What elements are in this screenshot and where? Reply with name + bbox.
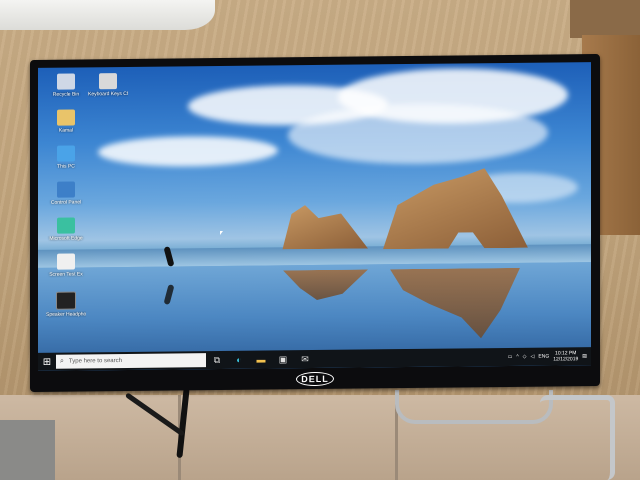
desktop-icon-user-folder[interactable]: Kamal [46,109,86,134]
notifications-icon[interactable]: ▤ [582,353,587,359]
taskbar-edge-button[interactable]: ◐ [228,351,250,369]
floor-mat [0,420,55,480]
taskbar-clock[interactable]: 10:12 PM 12/12/2019 [553,350,578,362]
wallpaper-cloud [98,135,278,168]
touch-keyboard-icon[interactable]: ▭ [508,354,513,360]
mouse-cursor-icon [220,230,223,235]
chevron-up-icon[interactable]: ^ [516,354,518,360]
clock-date: 12/12/2019 [553,356,579,363]
edge-icon [57,217,75,234]
folder-icon: ▬ [256,354,266,365]
taskbar-search-box[interactable]: ⌕ Type here to search [56,353,206,369]
desktop-icon-label: Microsoft Edge [49,235,83,242]
network-icon[interactable]: ◇ [523,354,527,360]
volume-icon[interactable]: ◁ [531,354,535,360]
taskbar-file-explorer-button[interactable]: ▬ [250,350,272,368]
system-tray: ▭ ^ ◇ ◁ ENG 10:12 PM 12/12/2019 ▤ [508,347,591,366]
desktop-screen: Recycle Bin Keyboard Keys Checker Kamal … [38,62,591,371]
wallpaper-rock-small [278,204,368,249]
taskbar-mail-button[interactable]: ✉ [294,350,316,368]
desktop-icon-label: Screen Test Ex [49,271,83,278]
cardboard-box-top [570,0,640,38]
monitor-stand-base [395,390,553,424]
desktop-icon-control-panel[interactable]: Control Panel [46,181,86,206]
edge-icon: ◐ [236,354,242,365]
desktop-icon-recycle-bin[interactable]: Recycle Bin [46,73,86,98]
desktop-icon-keyboard-checker[interactable]: Keyboard Keys Checker [88,73,128,97]
screen-test-icon [57,253,75,270]
search-placeholder: Type here to search [68,358,122,365]
keyboard-icon [99,73,117,90]
monitor: Recycle Bin Keyboard Keys Checker Kamal … [30,54,600,392]
desktop-icon-screen-test[interactable]: Screen Test Ex [46,253,86,278]
mail-icon: ✉ [301,353,309,364]
user-folder-icon [57,109,75,126]
desktop-icon-label: Keyboard Keys Checker [88,90,128,98]
desktop-icon-label: This PC [57,163,75,170]
desktop-icon-label: Control Panel [50,199,82,206]
desktop-icon-speaker-test[interactable]: Speaker Headphone [46,291,86,318]
store-icon: ▣ [278,353,288,364]
desktop-icon-label: Recycle Bin [52,91,80,98]
task-view-icon: ⧉ [213,354,221,365]
recycle-bin-icon [57,73,75,90]
taskbar-task-view-button[interactable]: ⧉ [206,351,228,369]
computer-icon [57,145,75,162]
desktop-icon-label: Speaker Headphone [46,311,86,318]
search-icon: ⌕ [60,357,64,365]
desktop-icon-this-pc[interactable]: This PC [46,145,86,170]
chair-leg [540,395,615,480]
white-cloth [0,0,215,30]
windows-start-icon: ⊞ [42,356,52,368]
taskbar-store-button[interactable]: ▣ [272,350,294,368]
desktop-icon-edge[interactable]: Microsoft Edge [46,217,86,242]
desktop-icon-label: Kamal [58,127,74,134]
brand-logo: DELL [296,371,334,386]
control-panel-icon [57,181,75,198]
start-button[interactable]: ⊞ [38,353,56,371]
speaker-icon [56,291,76,310]
language-indicator[interactable]: ENG [538,354,549,360]
